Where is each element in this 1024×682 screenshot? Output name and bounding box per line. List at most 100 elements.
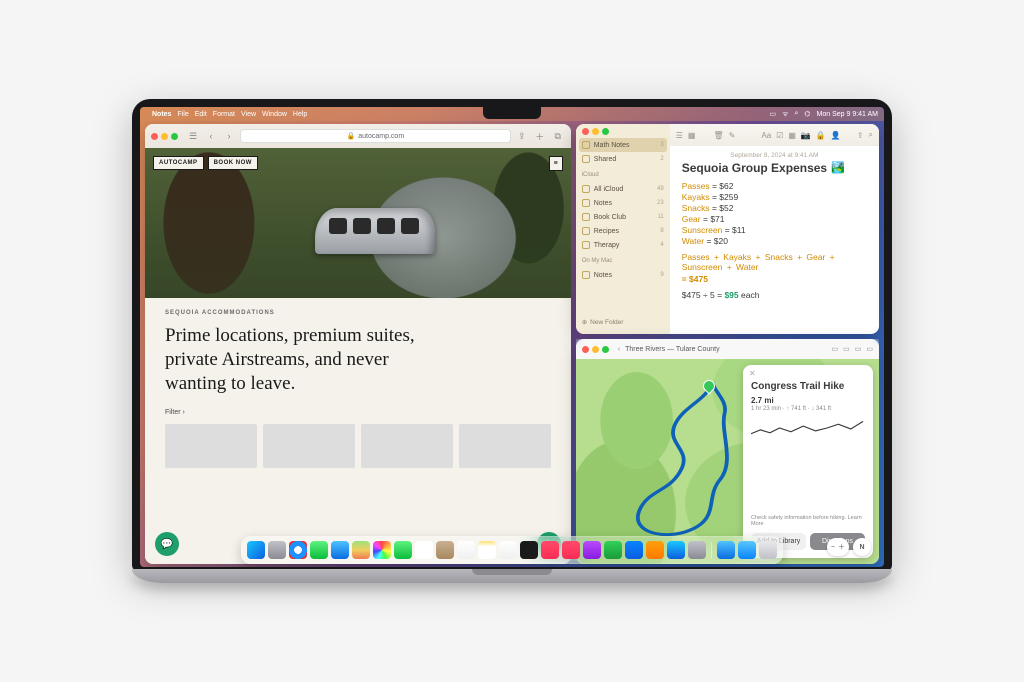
dock-launchpad-icon[interactable] — [268, 541, 286, 559]
dock-pages-icon[interactable] — [646, 541, 664, 559]
dock-messages-icon[interactable] — [310, 541, 328, 559]
compass-button[interactable]: N — [853, 538, 871, 556]
dock-folder-icon[interactable] — [738, 541, 756, 559]
dock-safari-icon[interactable] — [289, 541, 307, 559]
sidebar-folder-item[interactable]: Book Club11 — [576, 210, 670, 224]
dock-calendar-icon[interactable] — [415, 541, 433, 559]
search-icon[interactable]: ⌕ — [869, 130, 873, 140]
new-tab-icon[interactable]: ＋ — [533, 129, 547, 143]
search-icon[interactable]: ⌕ — [794, 110, 798, 118]
minimize-button[interactable] — [592, 346, 599, 353]
sidebar-toggle-icon[interactable]: ☰ — [186, 129, 200, 143]
dock-podcasts-icon[interactable] — [583, 541, 601, 559]
sidebar-folder-item[interactable]: Recipes8 — [576, 224, 670, 238]
menu-format[interactable]: Format — [213, 111, 235, 118]
note-count: 23 — [657, 200, 664, 206]
collab-icon[interactable]: 👤 — [831, 131, 841, 140]
note-count: 11 — [657, 214, 663, 220]
trash-icon[interactable]: 🗑 — [713, 131, 723, 140]
dock-appstore-icon[interactable] — [667, 541, 685, 559]
zoom-button[interactable] — [602, 346, 609, 353]
wifi-icon[interactable]: ᯤ — [782, 110, 788, 119]
menu-edit[interactable]: Edit — [195, 111, 207, 118]
dock-facetime-icon[interactable] — [394, 541, 412, 559]
menubar-app-name[interactable]: Notes — [152, 111, 171, 118]
thumb-2[interactable] — [263, 424, 355, 468]
dock-settings-icon[interactable] — [688, 541, 706, 559]
format-icon[interactable]: Aa — [761, 131, 771, 140]
zoom-control[interactable]: −＋ — [827, 538, 849, 556]
dock-contacts-icon[interactable] — [436, 541, 454, 559]
menu-window[interactable]: Window — [262, 111, 287, 118]
share-icon[interactable]: ⇪ — [515, 129, 529, 143]
zoom-out-icon[interactable]: − — [831, 544, 835, 551]
site-logo-badge[interactable]: AUTOCAMP — [153, 156, 204, 170]
book-now-button[interactable]: BOOK NOW — [208, 156, 258, 170]
compose-icon[interactable]: ✎ — [729, 131, 736, 140]
note-timestamp: September 8, 2024 at 9:41 AM — [682, 152, 867, 159]
sidebar-folder-item[interactable]: All iCloud49 — [576, 182, 670, 196]
sidebar-folder-item[interactable]: Notes9 — [576, 268, 670, 282]
dock-notes-icon[interactable] — [478, 541, 496, 559]
dock-finder-icon[interactable] — [247, 541, 265, 559]
dock-downloads-icon[interactable] — [717, 541, 735, 559]
dock-music-icon[interactable] — [541, 541, 559, 559]
dock-maps-icon[interactable] — [352, 541, 370, 559]
media-icon[interactable]: 📷 — [801, 131, 811, 140]
menubar-datetime[interactable]: Mon Sep 9 9:41 AM — [817, 111, 878, 118]
back-icon[interactable]: ‹ — [618, 346, 620, 353]
zoom-in-icon[interactable]: ＋ — [838, 542, 845, 552]
close-button[interactable] — [582, 128, 589, 135]
table-icon[interactable]: ▦ — [788, 131, 796, 140]
dock-freeform-icon[interactable] — [499, 541, 517, 559]
sidebar-folder-item[interactable]: Math Notes3 — [579, 138, 667, 152]
close-button[interactable] — [151, 133, 158, 140]
control-center-icon[interactable]: ⌬ — [804, 110, 810, 118]
filter-button[interactable]: Filter › — [165, 409, 551, 416]
sidebar-folder-item[interactable]: Therapy4 — [576, 238, 670, 252]
dock-reminders-icon[interactable] — [457, 541, 475, 559]
sidebar-folder-item[interactable]: Shared2 — [576, 152, 670, 166]
zoom-button[interactable] — [171, 133, 178, 140]
map-mode-icon[interactable]: ▭ — [832, 345, 839, 353]
menu-file[interactable]: File — [177, 111, 188, 118]
map-canvas[interactable]: ✕ Congress Trail Hike 2.7 mi 1 hr 23 min… — [576, 359, 879, 564]
menu-view[interactable]: View — [241, 111, 256, 118]
menu-help[interactable]: Help — [293, 111, 307, 118]
close-button[interactable] — [582, 346, 589, 353]
dock-tv-icon[interactable] — [520, 541, 538, 559]
hamburger-icon[interactable]: ≡ — [549, 156, 563, 171]
dock-photos-icon[interactable] — [373, 541, 391, 559]
minimize-button[interactable] — [592, 128, 599, 135]
share-icon[interactable]: ⇪ — [857, 131, 864, 140]
battery-icon[interactable]: ▭ — [769, 110, 776, 118]
map-mode-icon[interactable]: ▭ — [855, 345, 862, 353]
dock-trash-icon[interactable] — [759, 541, 777, 559]
dock-news-icon[interactable] — [562, 541, 580, 559]
sum-result: = $475 — [682, 274, 867, 284]
map-mode-icon[interactable]: ▭ — [866, 345, 873, 353]
minimize-button[interactable] — [161, 133, 168, 140]
chat-fab-button[interactable]: 💬 — [155, 532, 179, 556]
close-card-icon[interactable]: ✕ — [749, 369, 756, 378]
checklist-icon[interactable]: ☑ — [776, 131, 783, 140]
tabs-icon[interactable]: ⧉ — [551, 129, 565, 143]
map-mode-icon[interactable]: ▭ — [843, 345, 850, 353]
sidebar-folder-item[interactable]: Notes23 — [576, 196, 670, 210]
thumb-3[interactable] — [361, 424, 453, 468]
thumb-1[interactable] — [165, 424, 257, 468]
new-folder-button[interactable]: ⊕ New Folder — [576, 314, 670, 330]
dock-mail-icon[interactable] — [331, 541, 349, 559]
thumb-4[interactable] — [459, 424, 551, 468]
list-view-icon[interactable]: ☰ — [676, 131, 683, 140]
lock-icon[interactable]: 🔒 — [816, 131, 826, 140]
zoom-button[interactable] — [602, 128, 609, 135]
back-button[interactable]: ‹ — [204, 129, 218, 143]
note-content[interactable]: September 8, 2024 at 9:41 AM Sequoia Gro… — [670, 146, 879, 334]
forward-button[interactable]: › — [222, 129, 236, 143]
address-bar[interactable]: 🔒 autocamp.com — [240, 129, 511, 143]
dock-numbers-icon[interactable] — [604, 541, 622, 559]
safety-notice[interactable]: Check safety information before hiking. … — [751, 515, 865, 527]
grid-view-icon[interactable]: ▦ — [688, 131, 696, 140]
dock-keynote-icon[interactable] — [625, 541, 643, 559]
